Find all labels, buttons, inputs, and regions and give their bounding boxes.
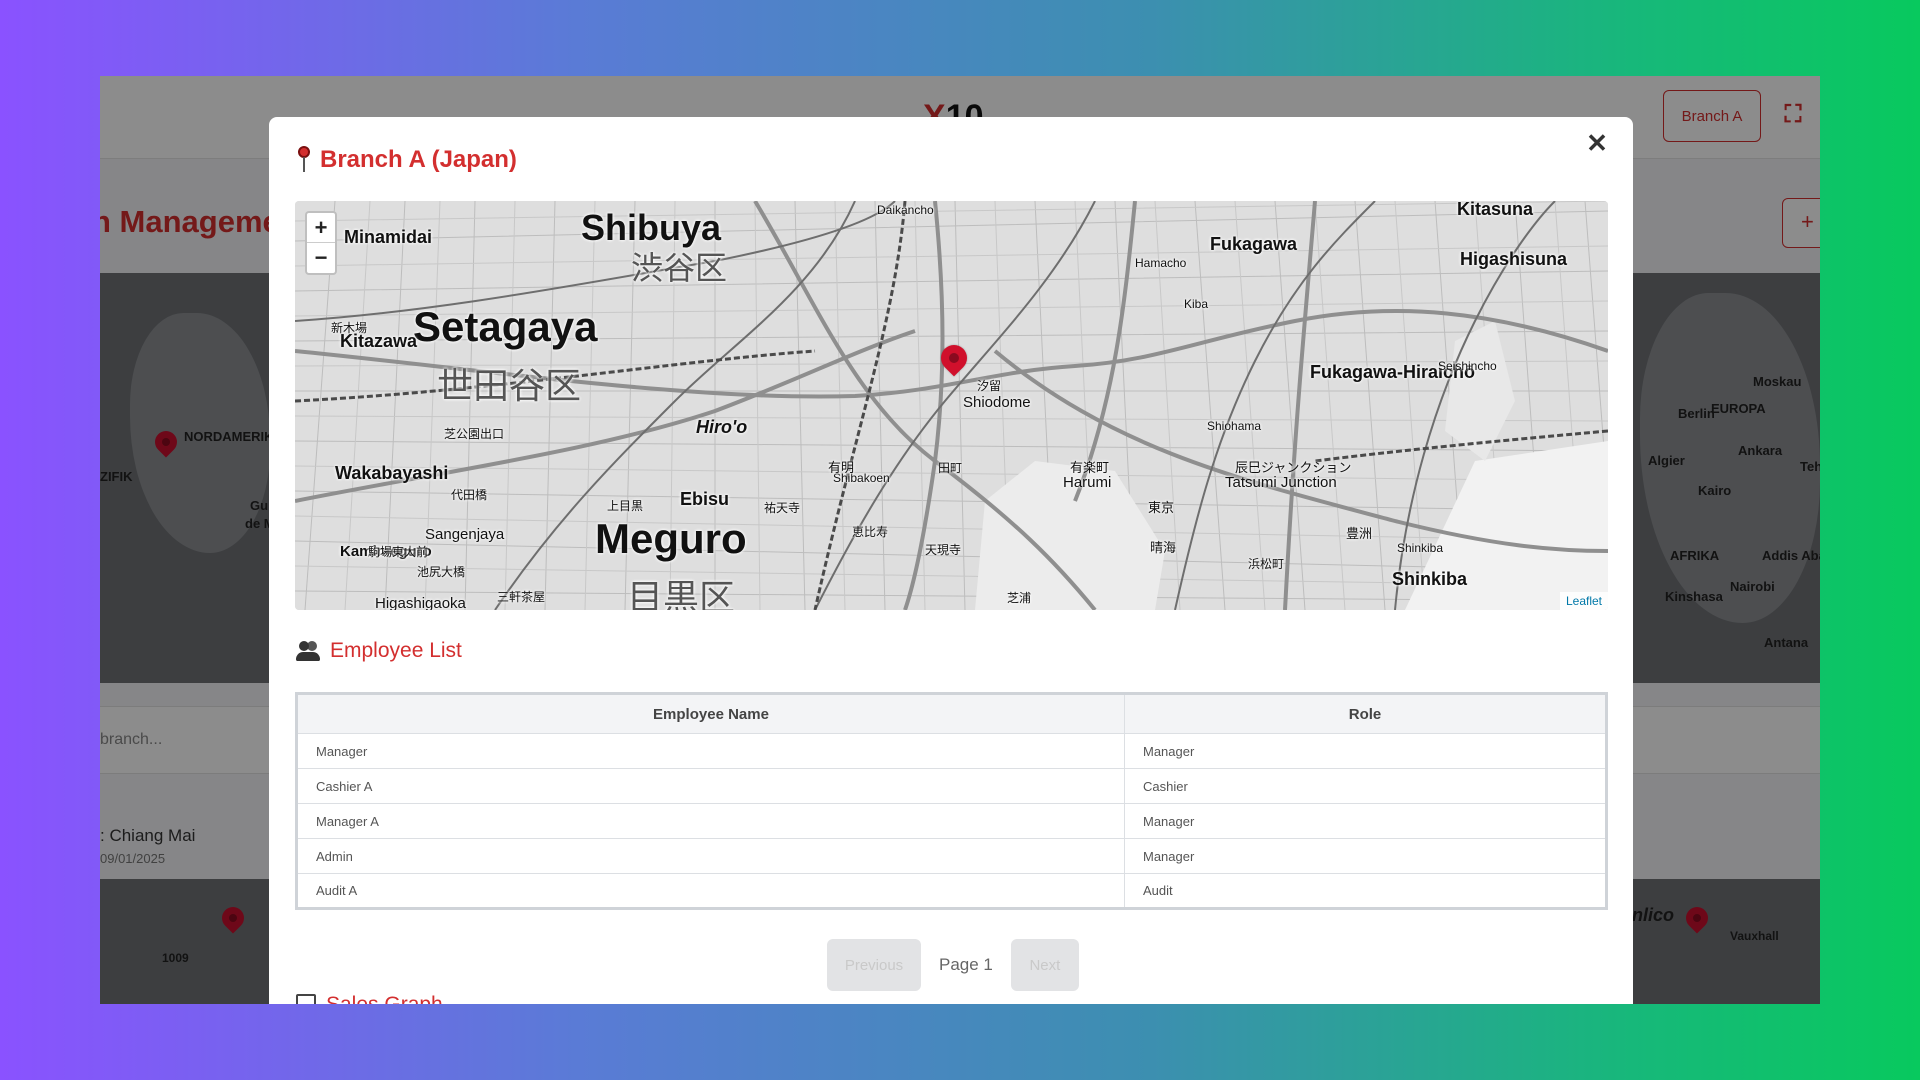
- map-label: Shinkiba: [1397, 541, 1444, 555]
- map-label: 辰巳ジャンクション: [1235, 460, 1352, 475]
- map-label: 浜松町: [1248, 557, 1285, 571]
- map-label: Higashisuna: [1460, 249, 1568, 269]
- map-label: Wakabayashi: [335, 463, 449, 483]
- map-label: 祐天寺: [764, 501, 801, 515]
- map-label: 汐留: [977, 379, 1002, 393]
- employee-name-cell: Admin: [296, 838, 1125, 874]
- map-label: Seishincho: [1438, 359, 1497, 373]
- pagination: Previous Page 1 Next: [827, 939, 1079, 991]
- pushpin-icon: [296, 146, 312, 174]
- modal-title-text: Branch A (Japan): [320, 146, 517, 173]
- map-label: Kiba: [1184, 297, 1209, 311]
- map-label: 芝浦: [1007, 591, 1032, 605]
- map-label: 田町: [938, 461, 963, 475]
- employee-table: Employee Name Role Manager Manager Cashi…: [295, 692, 1608, 910]
- map-label: Ebisu: [680, 489, 730, 509]
- next-page-button[interactable]: Next: [1010, 939, 1079, 991]
- people-icon: [296, 641, 320, 661]
- role-cell: Manager: [1124, 803, 1607, 839]
- employee-name-cell: Manager A: [296, 803, 1125, 839]
- map-label: Daikancho: [877, 203, 934, 217]
- sales-section-header: Sales Graph: [296, 993, 443, 1004]
- column-header[interactable]: Role: [1124, 693, 1607, 734]
- branch-detail-modal: ✕ Branch A (Japan) Shibuya 渋谷区 Setagaya …: [269, 117, 1633, 1004]
- map-label: 池尻大橋: [417, 565, 466, 579]
- map-label: Shiohama: [1207, 419, 1262, 433]
- close-icon[interactable]: ✕: [1583, 129, 1611, 157]
- map-label: 上目黒: [607, 499, 644, 513]
- page-indicator: Page 1: [939, 955, 993, 974]
- map-label: 渋谷区: [631, 250, 728, 286]
- table-row[interactable]: Cashier A Cashier: [296, 768, 1607, 804]
- map-label: Tatsumi Junction: [1225, 474, 1337, 491]
- table-row[interactable]: Manager A Manager: [296, 803, 1607, 839]
- document-icon: [296, 994, 316, 1004]
- table-row[interactable]: Audit A Audit: [296, 873, 1607, 909]
- map-label: 世田谷区: [437, 365, 582, 406]
- map-zoom-control: + −: [305, 211, 337, 275]
- map-label: 晴海: [1150, 540, 1177, 555]
- map-label: Meguro: [595, 515, 747, 562]
- map-label: 恵比寿: [852, 525, 889, 539]
- table-row[interactable]: Admin Manager: [296, 838, 1607, 874]
- map-label: Sangenjaya: [425, 526, 505, 543]
- map-label: Shinkiba: [1392, 569, 1468, 589]
- zoom-out-button[interactable]: −: [307, 243, 335, 273]
- role-cell: Manager: [1124, 838, 1607, 874]
- role-cell: Manager: [1124, 733, 1607, 769]
- employee-name-cell: Audit A: [296, 873, 1125, 909]
- map-label: Minamidai: [344, 227, 433, 247]
- sales-section-title: Sales Graph: [326, 993, 443, 1004]
- employee-name-cell: Cashier A: [296, 768, 1125, 804]
- table-header-row: Employee Name Role: [296, 693, 1607, 734]
- map-label: Kitasuna: [1457, 201, 1534, 219]
- modal-title: Branch A (Japan): [296, 146, 517, 174]
- map-label: 新木場: [331, 321, 368, 335]
- map-label: 豊洲: [1346, 526, 1373, 541]
- map-label: Hiro'o: [696, 417, 748, 437]
- previous-page-button[interactable]: Previous: [827, 939, 921, 991]
- map-label: Shiodome: [963, 394, 1031, 411]
- map-label: 三軒茶屋: [497, 590, 546, 604]
- column-header[interactable]: Employee Name: [296, 693, 1125, 734]
- map-label: 駒場東大前: [368, 545, 429, 559]
- branch-location-map[interactable]: Shibuya 渋谷区 Setagaya 世田谷区 Meguro 目黒区 Fuk…: [295, 201, 1608, 610]
- map-label: 目黒区: [627, 577, 736, 610]
- map-label: Higashigaoka: [375, 595, 466, 610]
- map-label: Harumi: [1063, 474, 1112, 491]
- role-cell: Audit: [1124, 873, 1607, 909]
- zoom-in-button[interactable]: +: [307, 213, 335, 243]
- employee-section-title: Employee List: [330, 639, 462, 662]
- role-cell: Cashier: [1124, 768, 1607, 804]
- map-label: Hamacho: [1135, 256, 1187, 270]
- employee-section-header: Employee List: [296, 639, 462, 663]
- map-label: 芝公園出口: [444, 427, 505, 441]
- map-label: 有明: [828, 460, 855, 475]
- map-label: 天現寺: [925, 543, 962, 557]
- map-label: Setagaya: [413, 303, 598, 350]
- map-label: Fukagawa: [1210, 234, 1298, 254]
- map-label: 有楽町: [1070, 460, 1110, 475]
- map-label: 東京: [1148, 500, 1175, 515]
- employee-name-cell: Manager: [296, 733, 1125, 769]
- table-row[interactable]: Manager Manager: [296, 733, 1607, 769]
- map-attribution-link[interactable]: Leaflet: [1559, 592, 1608, 610]
- map-label: 代田橋: [451, 488, 488, 502]
